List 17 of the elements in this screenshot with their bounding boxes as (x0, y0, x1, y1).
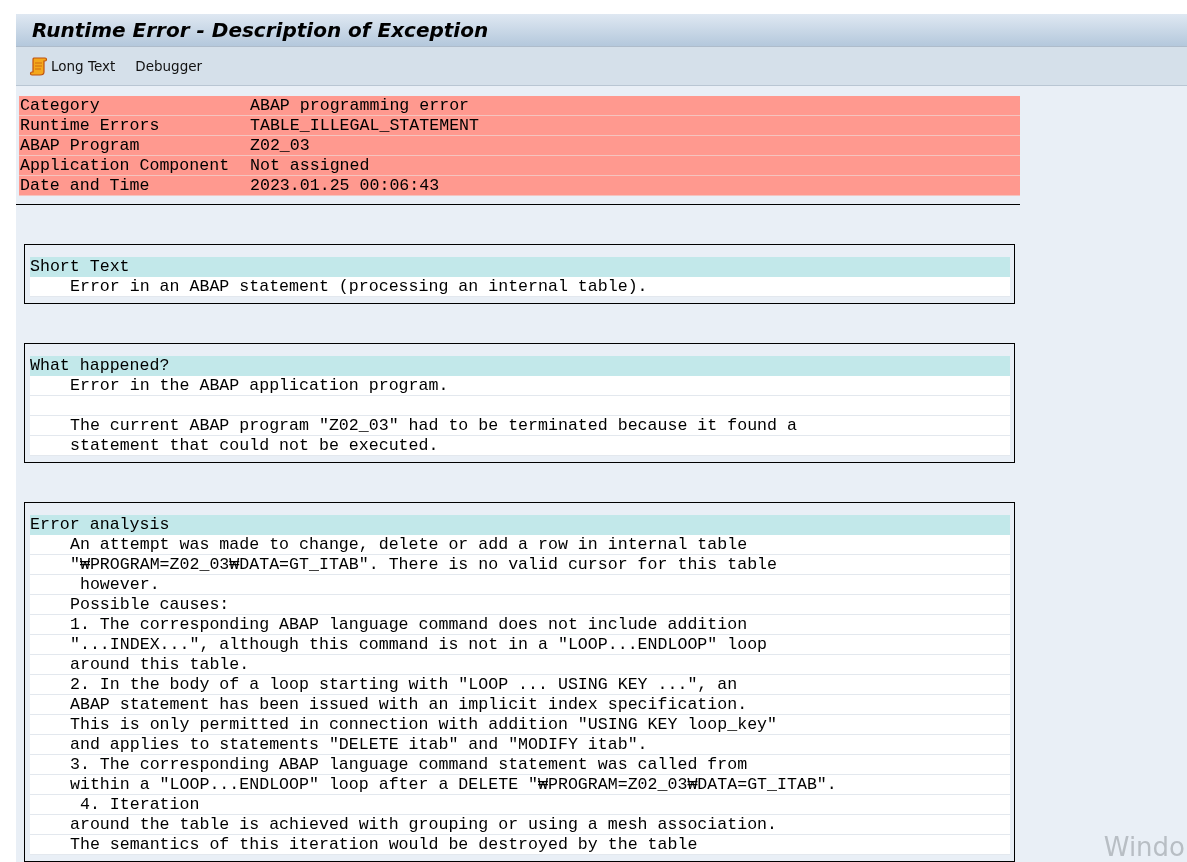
window-title: Runtime Error - Description of Exception (32, 17, 489, 42)
toolbar-button[interactable]: Long Text (26, 53, 119, 78)
info-label: ABAP Program (19, 136, 141, 155)
info-value: Z02_03 (250, 136, 310, 155)
info-value: Not assigned (250, 156, 370, 175)
section-title: What happened? (30, 356, 1010, 376)
info-value: TABLE_ILLEGAL_STATEMENT (250, 116, 480, 135)
info-label: Date and Time (19, 176, 151, 195)
section-title: Short Text (30, 257, 1010, 277)
info-label: Application Component (19, 156, 231, 175)
section-title: Error analysis (30, 515, 1010, 535)
toolbar-button[interactable]: Debugger (132, 55, 206, 76)
info-value: ABAP programming error (250, 96, 470, 115)
info-label: Runtime Errors (19, 116, 161, 135)
info-label: Category (19, 96, 101, 115)
scroll-icon (29, 55, 49, 76)
info-value: 2023.01.25 00:06:43 (250, 176, 440, 195)
